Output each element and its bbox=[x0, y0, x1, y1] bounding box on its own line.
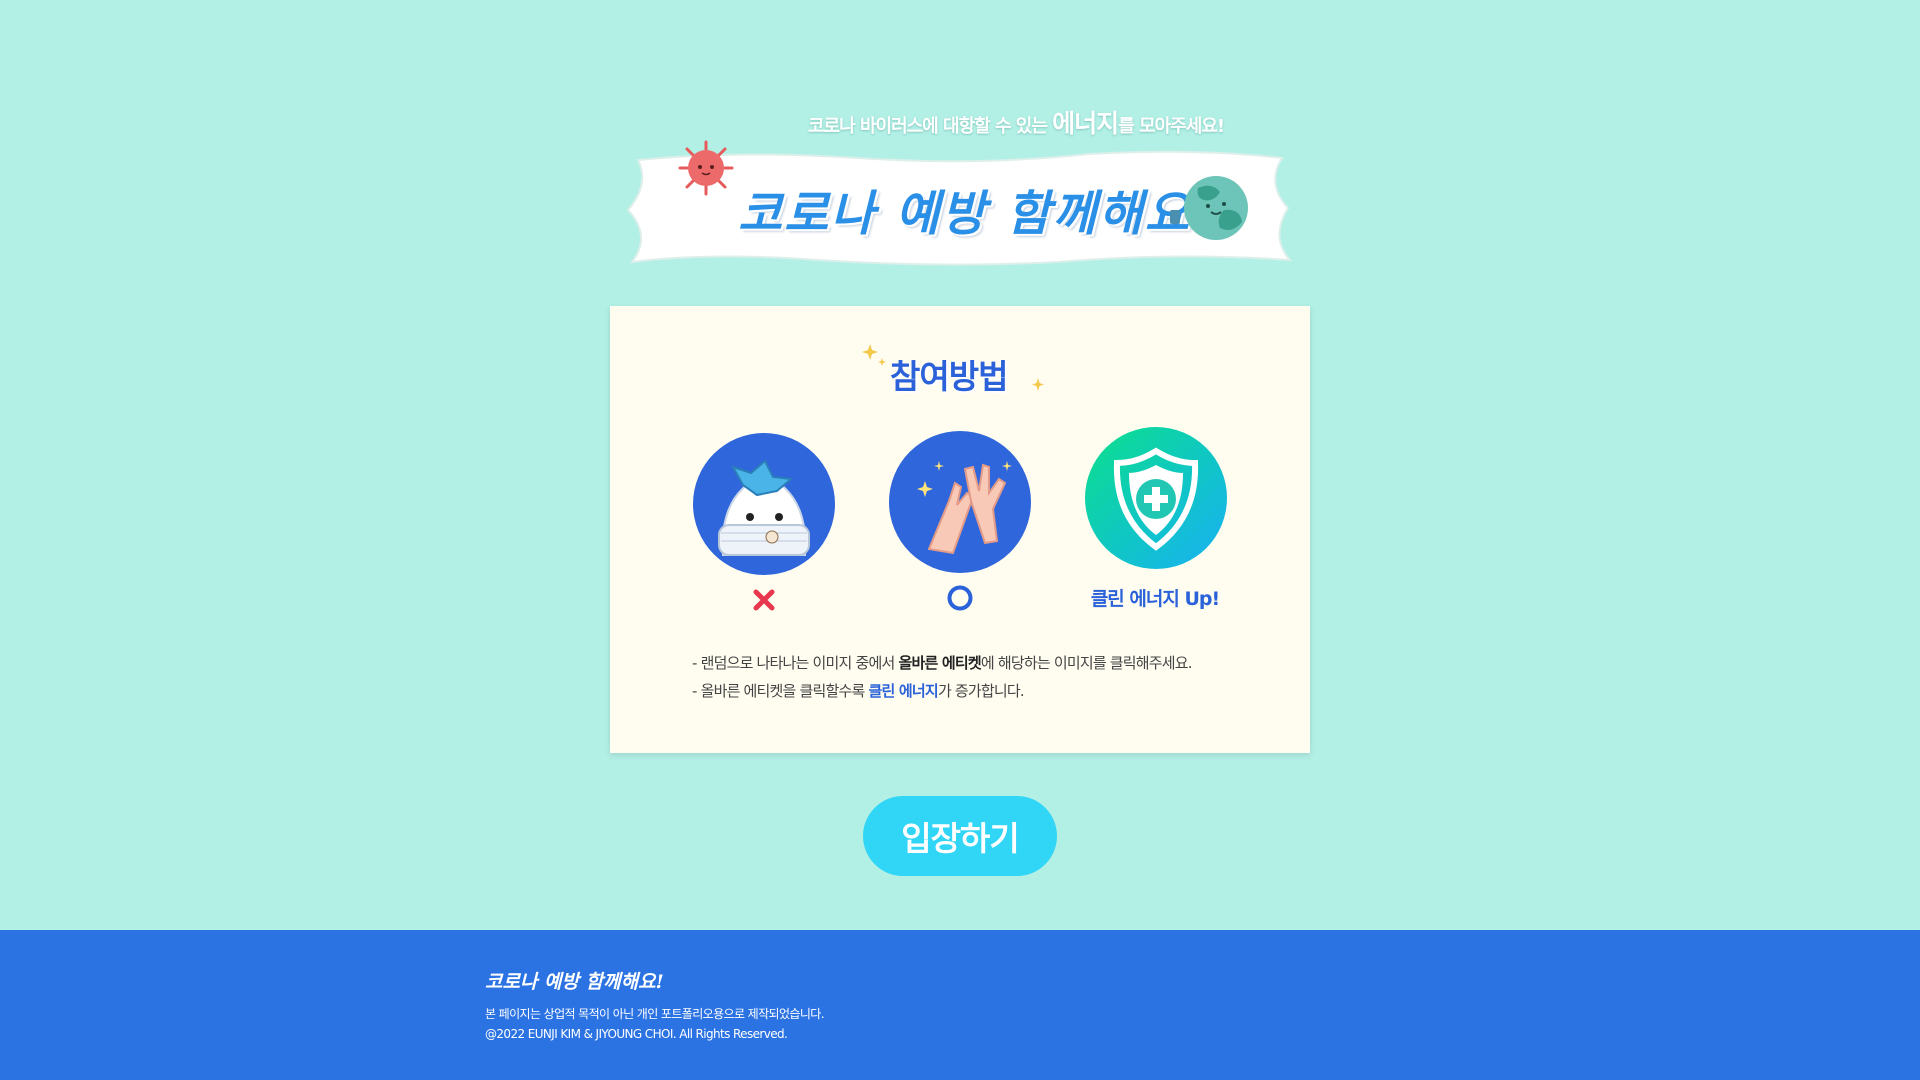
shield-cross-icon bbox=[1085, 427, 1227, 569]
tagline-prefix: 코로나 바이러스에 대항할 수 있는 bbox=[808, 116, 1053, 137]
instruction-line-1: - 랜덤으로 나타나는 이미지 중에서 올바른 에티켓에 해당하는 이미지를 클… bbox=[692, 652, 1252, 673]
banner-title: 코로나 예방 함께해요! bbox=[738, 186, 1214, 242]
how-to-title: 참여방법 bbox=[890, 357, 1008, 396]
sparkle-icon bbox=[862, 344, 886, 366]
instruction-1-suffix: 에 해당하는 이미지를 클릭해주세요. bbox=[980, 654, 1193, 672]
instruction-2-highlight: 클린 에너지 bbox=[868, 682, 939, 700]
tagline-suffix: 를 모아주세요! bbox=[1118, 116, 1225, 137]
hero-tagline: 코로나 바이러스에 대항할 수 있는 에너지를 모아주세요! bbox=[808, 104, 1248, 140]
footer: 코로나 예방 함께해요! 본 페이지는 상업적 목적이 아닌 개인 포트폴리오용… bbox=[0, 930, 1920, 1080]
footer-notice: 본 페이지는 상업적 목적이 아닌 개인 포트폴리오용으로 제작되었습니다. bbox=[485, 1007, 825, 1021]
wrong-x-icon bbox=[753, 589, 775, 611]
earth-icon bbox=[1170, 176, 1248, 240]
washing-hands-icon bbox=[889, 431, 1031, 573]
virus-icon bbox=[678, 140, 734, 196]
instruction-1-bold: 올바른 에티켓 bbox=[898, 654, 981, 672]
main-section: 코로나 바이러스에 대항할 수 있는 에너지를 모아주세요! 코로나 예방 함께… bbox=[0, 0, 1920, 930]
instruction-2-suffix: 가 증가합니다. bbox=[937, 682, 1025, 700]
masked-character-icon bbox=[693, 433, 835, 575]
clean-energy-up-label: 클린 에너지 Up! bbox=[1090, 588, 1220, 610]
footer-copyright: @2022 EUNJI KIM & JIYOUNG CHOI. All Righ… bbox=[485, 1027, 788, 1041]
tagline-emphasis: 에너지 bbox=[1052, 109, 1119, 138]
enter-button[interactable]: 입장하기 bbox=[863, 796, 1057, 876]
footer-logo: 코로나 예방 함께해요! bbox=[485, 971, 664, 993]
instruction-line-2: - 올바른 에티켓을 클릭할수록 클린 에너지가 증가합니다. bbox=[692, 680, 1252, 701]
instruction-2-prefix: - 올바른 에티켓을 클릭할수록 bbox=[692, 682, 869, 700]
instruction-1-prefix: - 랜덤으로 나타나는 이미지 중에서 bbox=[692, 654, 899, 672]
correct-o-icon bbox=[947, 585, 973, 611]
